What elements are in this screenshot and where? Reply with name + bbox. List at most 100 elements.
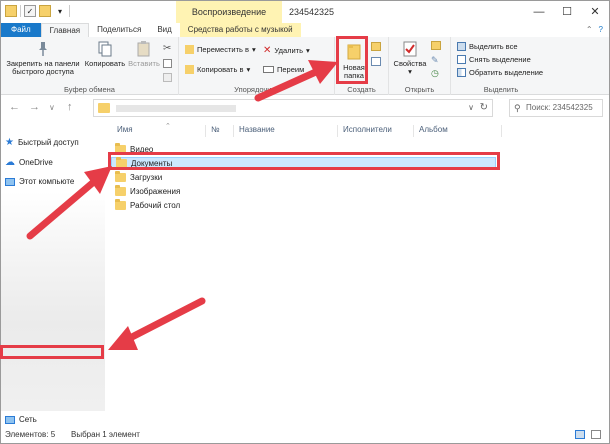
group-select: Выделить все Снять выделение Обратить вы… <box>451 37 551 95</box>
properties-icon <box>403 41 417 57</box>
quick-access-toolbar: ✓ ▾ <box>5 5 70 17</box>
copy-button[interactable]: Копировать <box>83 40 127 68</box>
highlight-documents-row <box>108 152 500 170</box>
delete-x-icon: ✕ <box>263 45 272 56</box>
pin-icon <box>39 42 47 56</box>
title-bar: ✓ ▾ Воспроизведение 234542325 — ☐ ✕ <box>1 1 609 23</box>
address-dropdown-icon[interactable]: ∨ <box>468 103 474 112</box>
new-folder-quick-icon[interactable] <box>39 5 51 17</box>
paste-button[interactable]: Вставить <box>127 40 161 68</box>
move-folder-icon <box>185 45 194 54</box>
open-icon[interactable] <box>431 41 441 50</box>
customize-toolbar-icon[interactable]: ▾ <box>54 5 66 17</box>
ribbon-collapse-icon[interactable]: ⌃ <box>586 23 593 37</box>
context-tab-playback[interactable]: Воспроизведение <box>176 1 282 23</box>
column-header-artists[interactable]: Исполнители <box>343 125 392 134</box>
group-label-open: Открыть <box>404 85 435 94</box>
rename-icon <box>263 66 274 73</box>
ribbon-tabs: Файл Главная Поделиться Вид Средства раб… <box>1 23 609 37</box>
select-none-button[interactable]: Снять выделение <box>457 55 531 64</box>
select-none-icon <box>457 55 466 64</box>
properties-check-icon[interactable]: ✓ <box>24 5 36 17</box>
nav-items-blurred <box>1 191 105 411</box>
copy-to-button[interactable]: Копировать в ▾ <box>185 65 250 74</box>
forward-arrow-icon[interactable]: → <box>29 101 40 113</box>
list-item[interactable]: Загрузки <box>111 171 496 184</box>
status-selected-count: Выбран 1 элемент <box>71 430 140 439</box>
cut-icon[interactable]: ✂ <box>163 43 171 54</box>
close-icon[interactable]: ✕ <box>581 1 609 23</box>
pin-quick-access-button[interactable]: Закрепить на панели быстрого доступа <box>5 40 81 76</box>
paste-shortcut-icon[interactable] <box>163 73 172 82</box>
navigation-pane: ★ Быстрый доступ ☁ OneDrive Этот компьют… <box>1 121 107 427</box>
invert-selection-button[interactable]: Обратить выделение <box>457 68 543 77</box>
group-clipboard: Закрепить на панели быстрого доступа Коп… <box>1 37 179 95</box>
copy-path-icon[interactable] <box>163 59 172 68</box>
nav-item-this-pc[interactable]: Этот компьюте <box>5 177 74 186</box>
address-bar-row: ← → ∨ ↑ ∨ ↻ ⚲ Поиск: 234542325 <box>1 96 609 120</box>
sort-ascending-icon: ⌃ <box>165 123 171 130</box>
cloud-icon: ☁ <box>5 157 15 168</box>
window-title: 234542325 <box>289 7 335 17</box>
address-folder-icon <box>98 103 110 113</box>
window-controls: — ☐ ✕ <box>525 1 609 23</box>
rename-button[interactable]: Переим <box>263 65 304 74</box>
search-icon: ⚲ <box>514 103 521 113</box>
folder-icon <box>5 5 17 17</box>
status-item-count: Элементов: 5 <box>5 430 56 439</box>
network-icon <box>5 415 15 424</box>
history-icon[interactable]: ◷ <box>431 68 439 79</box>
star-icon: ★ <box>5 137 14 148</box>
delete-button[interactable]: ✕ Удалить ▾ <box>263 45 310 56</box>
copy-icon <box>98 41 112 57</box>
properties-button[interactable]: Свойства ▾ <box>393 40 427 76</box>
folder-icon <box>115 185 126 196</box>
nav-item-onedrive[interactable]: ☁ OneDrive <box>5 157 53 168</box>
folder-icon <box>115 171 126 182</box>
edit-icon[interactable]: ✎ <box>431 55 439 66</box>
select-all-icon <box>457 42 466 51</box>
tab-view[interactable]: Вид <box>149 23 179 37</box>
copy-folder-icon <box>185 65 194 74</box>
easy-access-icon[interactable] <box>371 57 381 66</box>
select-all-button[interactable]: Выделить все <box>457 42 518 51</box>
column-header-album[interactable]: Альбом <box>419 125 448 134</box>
nav-item-quick-access[interactable]: ★ Быстрый доступ <box>5 137 79 148</box>
up-arrow-icon[interactable]: ↑ <box>67 101 73 113</box>
explorer-window: ✓ ▾ Воспроизведение 234542325 — ☐ ✕ Файл… <box>0 0 610 444</box>
move-to-button[interactable]: Переместить в ▾ <box>185 45 256 54</box>
address-path-blurred <box>116 105 236 112</box>
column-header-name[interactable]: ⌃ Имя <box>117 123 171 134</box>
invert-selection-icon <box>457 68 466 77</box>
highlight-nav-item <box>0 345 104 359</box>
tab-share[interactable]: Поделиться <box>89 23 149 37</box>
tab-home[interactable]: Главная <box>40 23 90 37</box>
refresh-icon[interactable]: ↻ <box>480 102 488 113</box>
group-organize: Переместить в ▾ Копировать в ▾ ✕ Удалить ▾ … <box>179 37 335 95</box>
search-input[interactable]: ⚲ Поиск: 234542325 <box>509 99 603 117</box>
group-label-clipboard: Буфер обмена <box>64 85 115 94</box>
column-header-title[interactable]: Название <box>239 125 275 134</box>
new-item-icon[interactable] <box>371 42 381 51</box>
group-label-select: Выделить <box>483 85 519 94</box>
back-arrow-icon[interactable]: ← <box>9 101 20 113</box>
address-input[interactable]: ∨ ↻ <box>93 99 493 117</box>
maximize-icon[interactable]: ☐ <box>553 1 581 23</box>
column-header-number[interactable]: № <box>211 125 220 134</box>
nav-item-network[interactable]: Сеть <box>5 415 37 424</box>
list-item[interactable]: Изображения <box>111 185 496 198</box>
group-label-create: Создать <box>347 85 376 94</box>
highlight-new-folder <box>336 36 368 84</box>
group-label-organize: Упорядочить <box>234 85 279 94</box>
recent-locations-icon[interactable]: ∨ <box>49 103 55 112</box>
monitor-icon <box>5 177 15 186</box>
tab-music-tools[interactable]: Средства работы с музыкой <box>179 23 301 37</box>
list-item[interactable]: Рабочий стол <box>111 199 496 212</box>
status-bar: Элементов: 5 Выбран 1 элемент <box>1 427 609 443</box>
tab-file[interactable]: Файл <box>1 23 41 37</box>
help-icon[interactable]: ? <box>599 23 603 37</box>
details-view-icon[interactable] <box>575 430 585 439</box>
minimize-icon[interactable]: — <box>525 1 553 23</box>
ribbon: Закрепить на панели быстрого доступа Коп… <box>1 37 609 95</box>
large-icons-view-icon[interactable] <box>591 430 601 439</box>
